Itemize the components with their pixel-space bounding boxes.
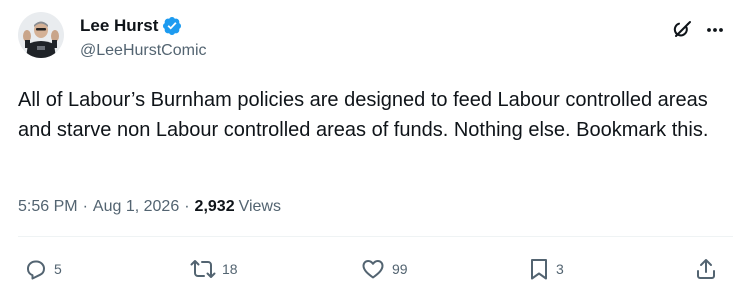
tweet-card: Lee Hurst @LeeHurstComic All of Labour’s… [0,0,751,298]
verified-badge-icon [162,16,182,36]
reply-count: 5 [54,261,62,277]
meta-separator: · [184,198,190,215]
views-label: Views [238,198,281,215]
reply-button[interactable]: 5 [24,256,62,282]
bookmark-button[interactable]: 3 [528,256,564,282]
bookmark-icon [531,259,547,280]
avatar[interactable] [18,12,64,58]
more-icon[interactable] [705,22,725,38]
repost-count: 18 [222,261,238,277]
like-button[interactable]: 99 [360,256,408,282]
bookmark-count: 3 [556,261,564,277]
reply-icon [27,260,45,280]
divider [18,236,733,237]
repost-button[interactable]: 18 [190,256,238,282]
grok-icon[interactable] [671,19,693,41]
tweet-text: All of Labour’s Burnham policies are des… [18,89,714,141]
tweet-date[interactable]: Aug 1, 2026 [93,198,179,216]
meta-separator: · [82,198,88,215]
heart-icon [362,260,384,279]
share-icon [697,259,715,279]
share-button[interactable] [694,256,718,282]
repost-icon [190,260,216,278]
author-display-name[interactable]: Lee Hurst [80,16,158,36]
author-handle[interactable]: @LeeHurstComic [80,42,207,60]
avatar-image [18,12,64,58]
tweet-meta: 5:56 PM · Aug 1, 2026 · 2,932 Views [18,195,281,219]
like-count: 99 [392,261,408,277]
tweet-time[interactable]: 5:56 PM [18,198,78,216]
views-count: 2,932 [194,198,235,215]
author-name-row: Lee Hurst [80,15,182,37]
